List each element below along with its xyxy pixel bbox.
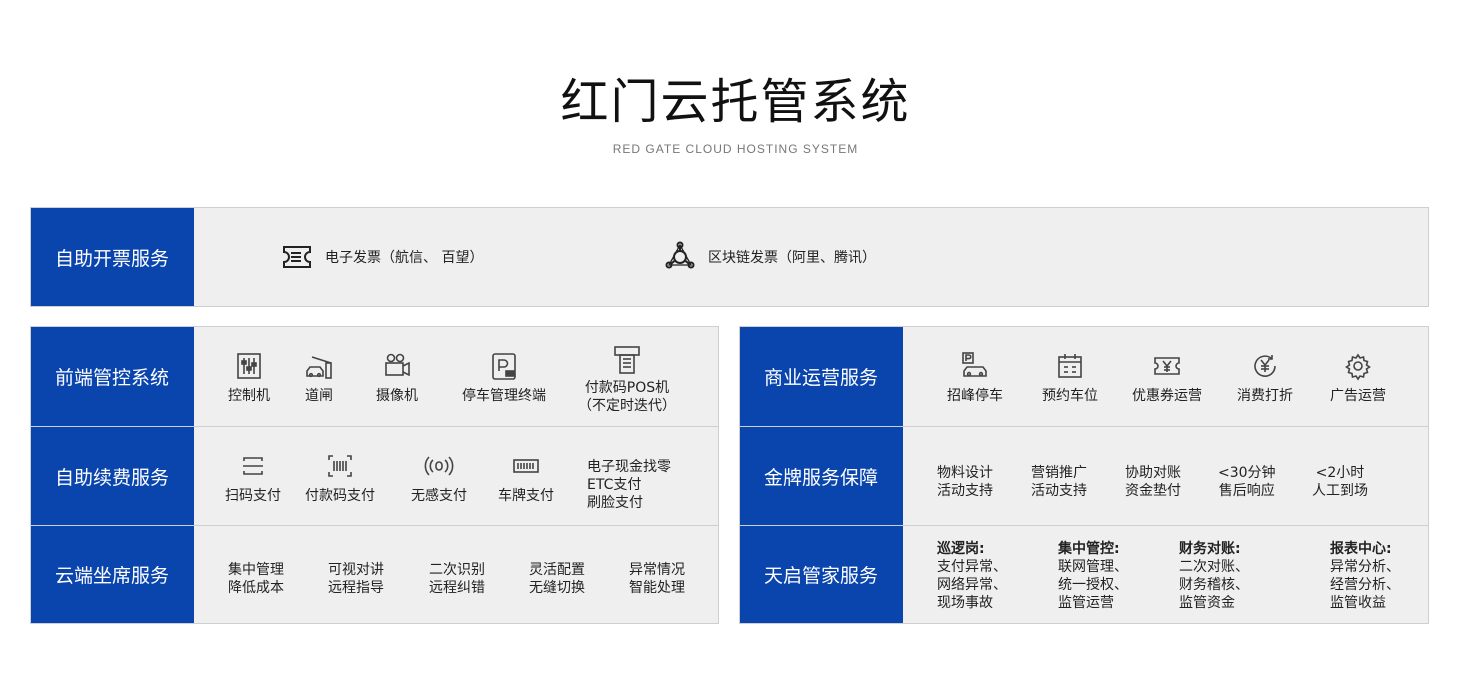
peak-parking-label: 招峰停车 bbox=[947, 388, 1003, 404]
cloud-seat-item-5: 异常情况 智能处理 bbox=[629, 562, 685, 596]
plate-pay-label: 车牌支付 bbox=[498, 488, 554, 504]
blockchain-invoice-item: 区块链发票（阿里、腾讯） bbox=[664, 241, 876, 273]
cloud-seat-item-2: 可视对讲 远程指导 bbox=[328, 562, 384, 596]
reserve-slot-label: 预约车位 bbox=[1042, 388, 1098, 404]
peak-parking-cell: 招峰停车 bbox=[943, 351, 1007, 405]
renewal-label: 自助续费服务 bbox=[31, 427, 194, 525]
barcode-icon bbox=[325, 451, 355, 481]
camera-cell: 摄像机 bbox=[369, 351, 425, 405]
calendar-icon bbox=[1055, 351, 1085, 381]
plate-pay-cell: 车牌支付 bbox=[494, 451, 558, 505]
tianqi-label: 天启管家服务 bbox=[740, 526, 903, 623]
pos-machine-cell: 付款码POS机 （不定时迭代） bbox=[574, 345, 680, 415]
page-subtitle: RED GATE CLOUD HOSTING SYSTEM bbox=[612, 142, 859, 156]
cloud-seat-item-3: 二次识别 远程纠错 bbox=[429, 562, 485, 596]
page-title: 红门云托管系统 bbox=[560, 74, 911, 130]
reserve-slot-cell: 预约车位 bbox=[1038, 351, 1102, 405]
tianqi-item-patrol: 巡逻岗: 支付异常、 网络异常、 现场事故 bbox=[937, 541, 1007, 611]
receipt-icon bbox=[283, 246, 311, 268]
invoice-service-label: 自助开票服务 bbox=[31, 208, 194, 306]
cloud-seat-row: 云端坐席服务 集中管理 降低成本 可视对讲 远程指导 二次识别 远程纠错 灵活配置 无缝… bbox=[31, 525, 718, 623]
discount-label: 消费打折 bbox=[1237, 388, 1293, 404]
scan-pay-label: 扫码支付 bbox=[225, 488, 281, 504]
scan-pay-cell: 扫码支付 bbox=[221, 451, 285, 505]
renewal-row: 自助续费服务 扫码支付 付款码支付 无感支付 车牌支付 电子现金找零 ETC支付… bbox=[31, 426, 718, 525]
blockchain-icon bbox=[665, 241, 695, 269]
ad-ops-label: 广告运营 bbox=[1330, 388, 1386, 404]
license-plate-icon bbox=[511, 451, 541, 481]
parking-terminal-label: 停车管理终端 bbox=[462, 388, 546, 404]
pos-machine-label: 付款码POS机 bbox=[584, 380, 670, 396]
tianqi-item-finance: 财务对账: 二次对账、 财务稽核、 监管资金 bbox=[1179, 541, 1249, 611]
parking-terminal-cell: 停车管理终端 bbox=[456, 351, 552, 405]
gold-service-label: 金牌服务保障 bbox=[740, 427, 903, 525]
cloud-seat-item-1: 集中管理 降低成本 bbox=[228, 562, 284, 596]
business-label: 商业运营服务 bbox=[740, 327, 903, 426]
tianqi-row: 天启管家服务 巡逻岗: 支付异常、 网络异常、 现场事故 集中管控: 联网管理、 统一… bbox=[740, 525, 1428, 623]
barcode-pay-label: 付款码支付 bbox=[305, 488, 375, 504]
front-end-label: 前端管控系统 bbox=[31, 327, 194, 426]
business-row: 商业运营服务 招峰停车 预约车位 优惠券运营 消费打折 广告运营 bbox=[740, 327, 1428, 426]
gold-item-1: 物料设计 活动支持 bbox=[937, 465, 993, 499]
parking-terminal-icon bbox=[489, 351, 519, 381]
camera-icon bbox=[382, 351, 412, 381]
controller-icon bbox=[234, 351, 264, 381]
ad-ops-cell: 广告运营 bbox=[1326, 351, 1390, 405]
left-services-panel: 前端管控系统 控制机 道闸 摄像机 停车管理终端 付款码POS机 （不定时迭代）… bbox=[30, 326, 719, 624]
barcode-pay-cell: 付款码支付 bbox=[301, 451, 379, 505]
gold-item-2: 营销推广 活动支持 bbox=[1031, 465, 1087, 499]
controller-label: 控制机 bbox=[228, 388, 270, 404]
controller-cell: 控制机 bbox=[221, 351, 277, 405]
barrier-gate-cell: 道闸 bbox=[297, 351, 341, 405]
contactless-pay-label: 无感支付 bbox=[411, 488, 467, 504]
contactless-icon bbox=[424, 451, 454, 481]
cash-etc-face-pay: 电子现金找零 ETC支付 刷脸支付 bbox=[587, 458, 671, 512]
front-end-row: 前端管控系统 控制机 道闸 摄像机 停车管理终端 付款码POS机 （不定时迭代） bbox=[31, 327, 718, 426]
gold-item-3: 协助对账 资金垫付 bbox=[1125, 465, 1181, 499]
coupon-icon bbox=[1152, 351, 1182, 381]
e-invoice-text: 电子发票（航信、 百望） bbox=[325, 250, 484, 266]
pos-machine-icon bbox=[612, 345, 642, 375]
contactless-pay-cell: 无感支付 bbox=[407, 451, 471, 505]
coupon-label: 优惠券运营 bbox=[1132, 388, 1202, 404]
right-services-panel: 商业运营服务 招峰停车 预约车位 优惠券运营 消费打折 广告运营 金牌服务保障 … bbox=[739, 326, 1429, 624]
cloud-seat-label: 云端坐席服务 bbox=[31, 526, 194, 623]
scan-icon bbox=[238, 451, 268, 481]
coupon-cell: 优惠券运营 bbox=[1128, 351, 1206, 405]
barrier-gate-icon bbox=[304, 351, 334, 381]
blockchain-invoice-text: 区块链发票（阿里、腾讯） bbox=[708, 250, 876, 266]
discount-cell: 消费打折 bbox=[1233, 351, 1297, 405]
e-invoice-item: 电子发票（航信、 百望） bbox=[281, 241, 483, 273]
gold-item-4: <30分钟 售后响应 bbox=[1218, 465, 1276, 499]
gold-service-row: 金牌服务保障 物料设计 活动支持 营销推广 活动支持 协助对账 资金垫付 <30分钟售… bbox=[740, 426, 1428, 525]
invoice-panel: 自助开票服务 电子发票（航信、 百望） 区块链发票（阿里、腾讯） bbox=[30, 207, 1429, 307]
gold-item-5: <2小时 人工到场 bbox=[1312, 465, 1368, 499]
parking-car-icon bbox=[960, 351, 990, 381]
etc-pay-text: ETC支付 bbox=[587, 477, 642, 493]
cloud-seat-item-4: 灵活配置 无缝切换 bbox=[529, 562, 585, 596]
face-pay-text: 刷脸支付 bbox=[587, 495, 643, 511]
tianqi-item-report: 报表中心: 异常分析、 经营分析、 监管收益 bbox=[1330, 541, 1400, 611]
yen-circle-icon bbox=[1250, 351, 1280, 381]
cash-change-text: 电子现金找零 bbox=[587, 459, 671, 475]
gear-icon bbox=[1343, 351, 1373, 381]
tianqi-item-central: 集中管控: 联网管理、 统一授权、 监管运营 bbox=[1058, 541, 1128, 611]
camera-label: 摄像机 bbox=[376, 388, 418, 404]
pos-machine-note: （不定时迭代） bbox=[578, 398, 676, 414]
barrier-gate-label: 道闸 bbox=[305, 388, 333, 404]
